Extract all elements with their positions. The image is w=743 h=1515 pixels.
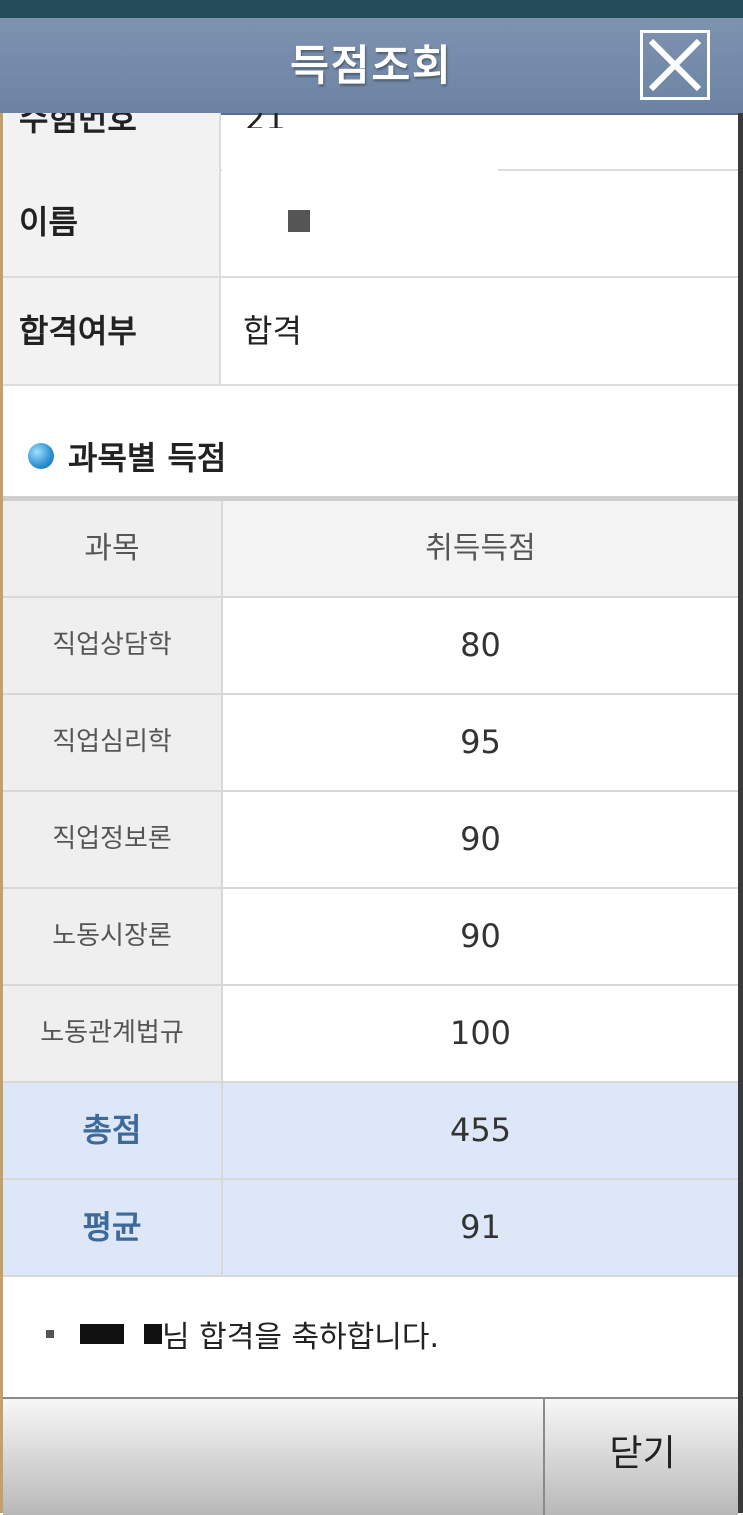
header-subject: 과목	[3, 501, 223, 596]
subject-cell: 직업상담학	[3, 598, 223, 693]
table-row: 직업정보론 90	[3, 792, 738, 889]
info-label-exam-number: 수험번호	[3, 113, 221, 169]
congrats-message: 님 합격을 축하합니다.	[46, 1312, 439, 1356]
close-icon	[648, 38, 702, 92]
bullet-icon	[46, 1330, 54, 1338]
close-button[interactable]	[640, 30, 710, 100]
right-edge	[738, 113, 743, 1513]
info-label-name: 이름	[3, 169, 221, 276]
score-cell: 100	[223, 986, 738, 1081]
average-row: 평균 91	[3, 1180, 738, 1277]
section-header: 과목별 득점	[28, 434, 226, 478]
footer-bar: 닫기	[3, 1397, 738, 1515]
dialog-title: 득점조회	[290, 41, 453, 90]
section-title: 과목별 득점	[68, 439, 227, 477]
dialog-header: 득점조회	[0, 18, 743, 115]
redacted-name-end	[144, 1324, 162, 1344]
score-cell: 90	[223, 792, 738, 887]
score-table: 과목 취득득점 직업상담학 80 직업심리학 95 직업정보론 90 노동시장론…	[3, 501, 738, 1277]
subject-cell: 노동시장론	[3, 889, 223, 984]
congrats-text: 님 합격을 축하합니다.	[162, 1320, 440, 1355]
table-row: 직업심리학 95	[3, 695, 738, 792]
average-value: 91	[223, 1180, 738, 1275]
total-row: 총점 455	[3, 1083, 738, 1180]
subject-cell: 노동관계법규	[3, 986, 223, 1081]
bullet-dot-icon	[28, 443, 54, 469]
info-row-name: 이름	[3, 169, 738, 278]
table-row: 직업상담학 80	[3, 598, 738, 695]
info-value-result: 합격	[243, 312, 302, 350]
score-cell: 80	[223, 598, 738, 693]
redacted-name	[80, 1324, 124, 1344]
score-cell: 90	[223, 889, 738, 984]
average-label: 평균	[3, 1180, 223, 1275]
total-value: 455	[223, 1083, 738, 1178]
info-row-result: 합격여부 합격	[3, 278, 738, 386]
header-score: 취득득점	[223, 501, 738, 596]
table-header-row: 과목 취득득점	[3, 501, 738, 598]
table-row: 노동관계법규 100	[3, 986, 738, 1083]
subject-cell: 직업정보론	[3, 792, 223, 887]
info-label-result: 합격여부	[3, 278, 221, 384]
redaction-mark	[288, 210, 310, 232]
table-row: 노동시장론 90	[3, 889, 738, 986]
top-strip	[0, 0, 743, 18]
score-cell: 95	[223, 695, 738, 790]
subject-cell: 직업심리학	[3, 695, 223, 790]
close-footer-button[interactable]: 닫기	[543, 1399, 740, 1515]
total-label: 총점	[3, 1083, 223, 1178]
